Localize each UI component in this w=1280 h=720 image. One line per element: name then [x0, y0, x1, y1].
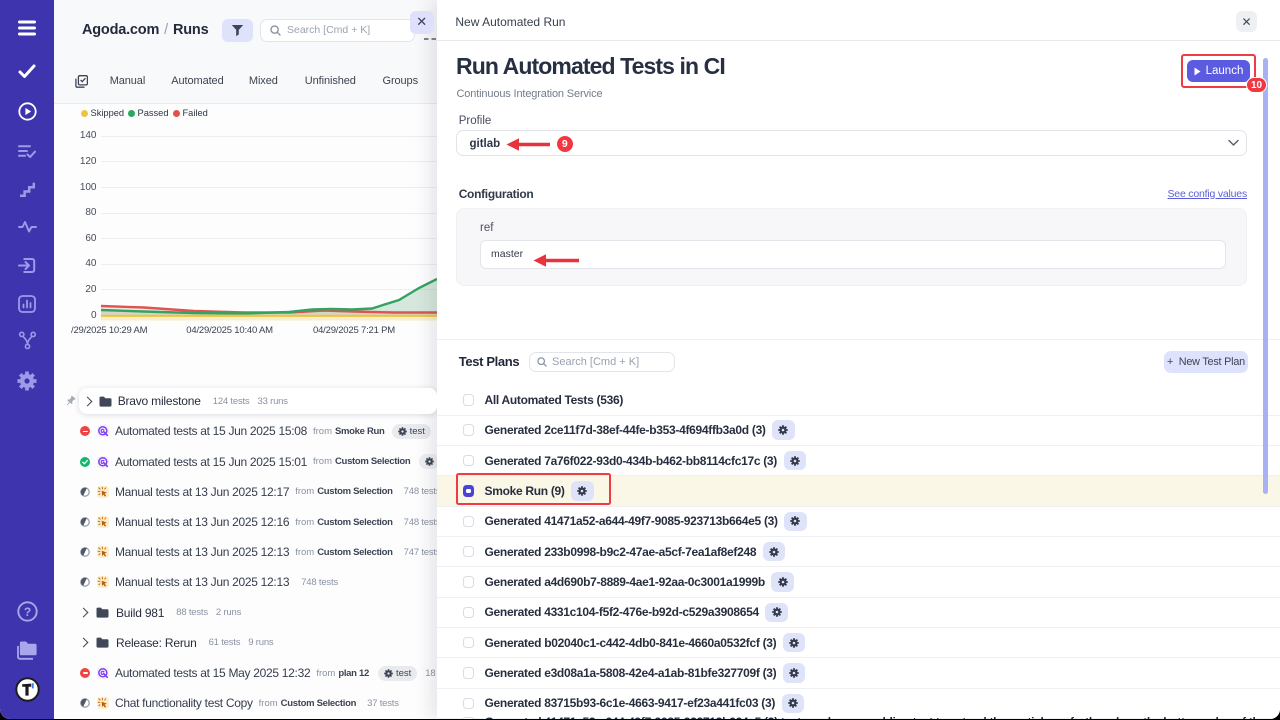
- svg-text:?: ?: [23, 605, 30, 619]
